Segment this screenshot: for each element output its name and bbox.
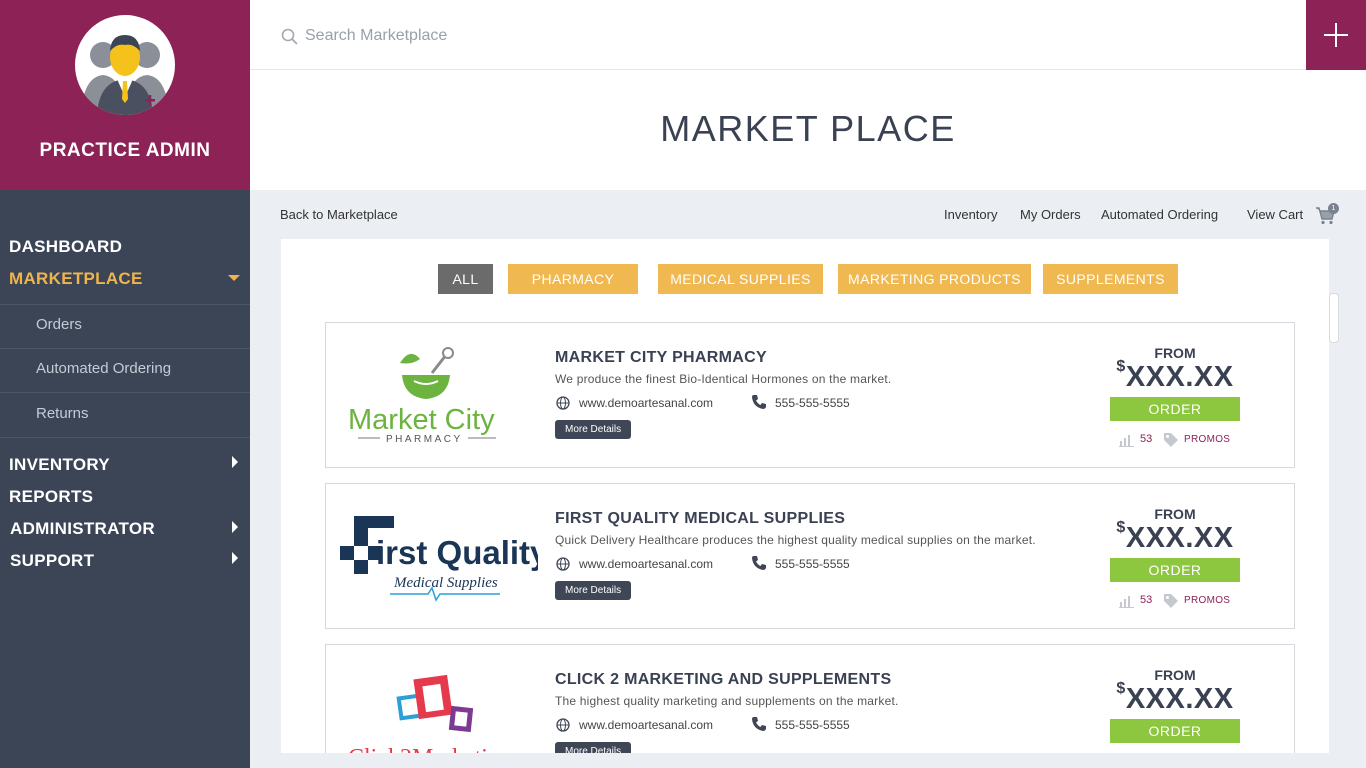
globe-icon: [556, 557, 570, 571]
cart-count-badge: 1: [1328, 203, 1339, 214]
price-value: XXX.XX: [1125, 361, 1234, 393]
medical-cross-icon: irst Quality Medical Supplies: [340, 516, 549, 602]
from-label: FROM: [1154, 345, 1196, 361]
svg-text:Click2Marketing: Click2Marketing: [348, 745, 512, 753]
promo-count: 53: [1140, 433, 1153, 445]
nav-sub-returns[interactable]: Returns: [36, 405, 89, 422]
user-avatar-icon: [81, 35, 169, 115]
divider: [0, 348, 250, 349]
svg-text:PHARMACY: PHARMACY: [386, 434, 463, 445]
globe-icon: [556, 396, 570, 410]
scrollbar-thumb[interactable]: [1329, 293, 1339, 343]
filter-medical-supplies[interactable]: MEDICAL SUPPLIES: [658, 264, 823, 294]
nav-administrator[interactable]: ADMINISTRATOR: [10, 519, 155, 539]
cubes-logo-icon: Click2Marketing: [348, 674, 512, 753]
phone-icon: [752, 556, 766, 570]
filter-marketing-products[interactable]: MARKETING PRODUCTS: [838, 264, 1031, 294]
svg-text:irst Quality: irst Quality: [376, 534, 538, 571]
tag-icon: [1164, 433, 1178, 447]
promos-link[interactable]: PROMOS: [1184, 434, 1230, 445]
divider: [0, 437, 250, 438]
nav-reports[interactable]: REPORTS: [9, 487, 93, 507]
currency-symbol: $: [1116, 680, 1126, 698]
vendor-phone[interactable]: 555-555-5555: [775, 718, 850, 732]
chevron-right-icon[interactable]: [232, 456, 238, 468]
view-cart-link[interactable]: View Cart: [1247, 207, 1303, 222]
plus-icon: [1335, 23, 1337, 47]
price-value: XXX.XX: [1125, 683, 1234, 715]
inventory-link[interactable]: Inventory: [944, 207, 997, 222]
filter-supplements[interactable]: SUPPLEMENTS: [1043, 264, 1178, 294]
svg-text:Medical Supplies: Medical Supplies: [393, 575, 498, 591]
chevron-right-icon[interactable]: [232, 521, 238, 533]
price-value: XXX.XX: [1125, 522, 1234, 554]
vendor-price: $XXX.XX: [1110, 519, 1240, 555]
my-orders-link[interactable]: My Orders: [1020, 207, 1081, 222]
automated-ordering-link[interactable]: Automated Ordering: [1101, 207, 1218, 222]
globe-icon: [556, 718, 570, 732]
nav-sub-orders[interactable]: Orders: [36, 316, 82, 333]
currency-symbol: $: [1116, 519, 1126, 537]
filter-pharmacy[interactable]: PHARMACY: [508, 264, 638, 294]
vendor-description: The highest quality marketing and supple…: [555, 694, 899, 708]
svg-text:Market City: Market City: [348, 404, 495, 436]
vendor-phone[interactable]: 555-555-5555: [775, 396, 850, 410]
nav-marketplace[interactable]: MARKETPLACE: [9, 269, 143, 289]
from-label: FROM: [1154, 667, 1196, 683]
order-button[interactable]: ORDER: [1110, 558, 1240, 582]
nav-dashboard[interactable]: DASHBOARD: [9, 237, 122, 257]
page-title: MARKET PLACE: [660, 108, 956, 149]
currency-symbol: $: [1116, 358, 1126, 376]
promos-link[interactable]: PROMOS: [1184, 595, 1230, 606]
profile-panel: PRACTICE ADMIN: [0, 0, 250, 190]
nav-support[interactable]: SUPPORT: [10, 551, 94, 571]
bar-chart-icon: [1119, 435, 1134, 447]
phone-icon: [752, 717, 766, 731]
vendor-website[interactable]: www.demoartesanal.com: [579, 557, 713, 571]
divider: [0, 392, 250, 393]
vendor-website[interactable]: www.demoartesanal.com: [579, 718, 713, 732]
bar-chart-icon: [1119, 596, 1134, 608]
vendor-card[interactable]: irst Quality Medical Supplies FIRST QUAL…: [325, 483, 1295, 629]
more-details-button[interactable]: More Details: [555, 581, 632, 600]
tag-icon: [1164, 594, 1178, 608]
vendor-price: $XXX.XX: [1110, 358, 1240, 394]
vendor-description: We produce the finest Bio-Identical Horm…: [555, 372, 892, 386]
vendor-name[interactable]: MARKET CITY PHARMACY: [555, 349, 767, 367]
vendor-website[interactable]: www.demoartesanal.com: [579, 396, 713, 410]
mortar-pestle-icon: Market City PHARMACY: [348, 347, 496, 445]
order-button[interactable]: ORDER: [1110, 397, 1240, 421]
more-details-button[interactable]: More Details: [555, 420, 632, 439]
vendor-name[interactable]: CLICK 2 MARKETING AND SUPPLEMENTS: [555, 671, 891, 689]
search-input[interactable]: [305, 24, 905, 48]
back-to-marketplace-link[interactable]: Back to Marketplace: [280, 207, 398, 222]
vendor-name[interactable]: FIRST QUALITY MEDICAL SUPPLIES: [555, 510, 845, 528]
search-icon[interactable]: [281, 28, 299, 46]
nav-inventory[interactable]: INVENTORY: [9, 455, 110, 475]
add-button[interactable]: [1306, 0, 1366, 70]
promo-count: 53: [1140, 594, 1153, 606]
profile-name: PRACTICE ADMIN: [39, 140, 211, 161]
more-details-button[interactable]: More Details: [555, 742, 632, 753]
order-button[interactable]: ORDER: [1110, 719, 1240, 743]
vendor-card[interactable]: Click2Marketing CLICK 2 MARKETING AND SU…: [325, 644, 1295, 753]
vendor-logo: Market City PHARMACY: [338, 335, 538, 455]
nav-sub-automated-ordering[interactable]: Automated Ordering: [36, 360, 171, 377]
chevron-right-icon[interactable]: [232, 552, 238, 564]
vendor-card[interactable]: Market City PHARMACY MARKET CITY PHARMAC…: [325, 322, 1295, 468]
caret-down-icon[interactable]: [228, 275, 240, 281]
avatar[interactable]: [75, 15, 175, 115]
filter-all[interactable]: ALL: [438, 264, 493, 294]
vendor-description: Quick Delivery Healthcare produces the h…: [555, 533, 1036, 547]
from-label: FROM: [1154, 506, 1196, 522]
vendor-logo: irst Quality Medical Supplies: [338, 496, 549, 616]
divider: [0, 304, 250, 305]
vendor-price: $XXX.XX: [1110, 680, 1240, 716]
vendor-phone[interactable]: 555-555-5555: [775, 557, 850, 571]
phone-icon: [752, 395, 766, 409]
vendor-logo: Click2Marketing: [338, 657, 538, 753]
